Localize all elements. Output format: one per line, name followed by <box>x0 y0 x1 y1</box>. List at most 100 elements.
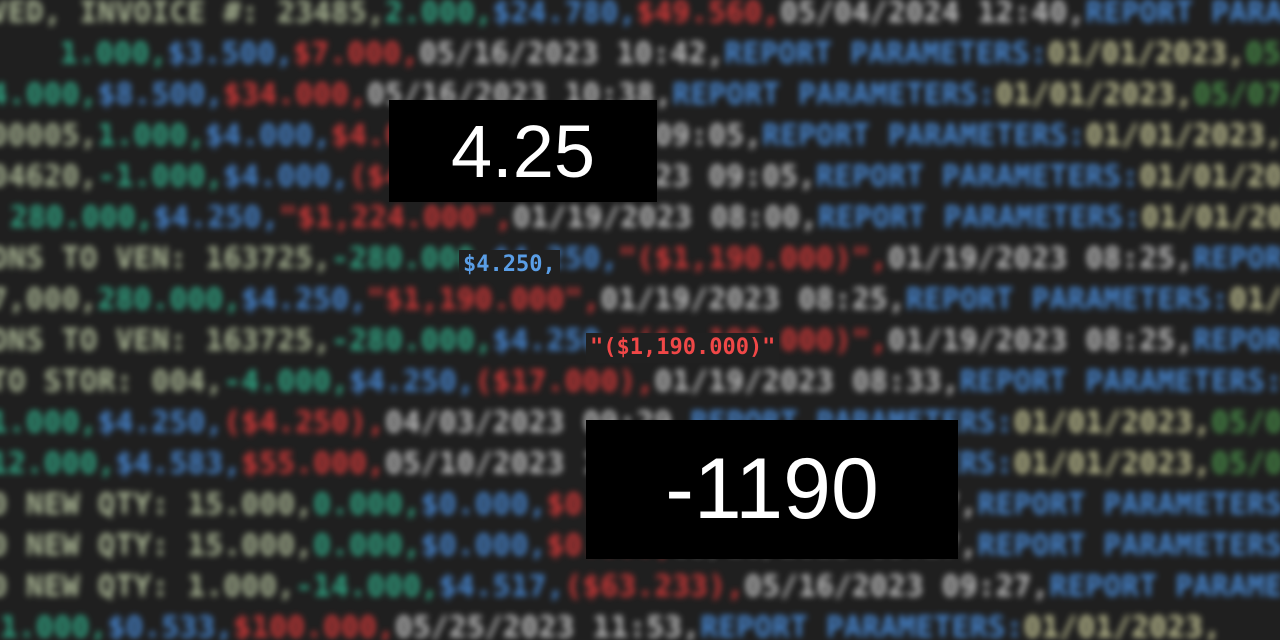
code-token: 0 NEW QTY: 15.000, <box>0 528 314 562</box>
code-token: 1.000, <box>0 610 108 640</box>
code-token: REPORT PARAMETERS: <box>724 36 1048 70</box>
code-token: 280.000, <box>97 282 242 316</box>
code-token: -280.000, <box>331 323 493 357</box>
code-token: 1.000, <box>97 118 206 152</box>
amount-callout: -1190 <box>586 420 958 559</box>
code-token: 12.000, <box>0 446 116 480</box>
code-token: 7,000, <box>0 282 98 316</box>
code-line: ONS TO VEN: 163725,-280.000,$4.250,"($1,… <box>0 238 1280 278</box>
code-token: $4.250, <box>153 200 280 234</box>
unit-price-callout-label: 4.25 <box>450 109 596 193</box>
code-token: $3.500, <box>167 36 294 70</box>
code-token: 01/01/2 <box>1229 282 1280 316</box>
code-token: 05/07/202 <box>1245 36 1280 70</box>
code-token: 04620, <box>0 159 98 193</box>
code-token: "$1,224.000", <box>279 200 513 234</box>
code-token: "($1,190.000)", <box>618 241 888 275</box>
code-token: REPORT PARAMETERS: <box>959 364 1280 398</box>
code-token: $4.000, <box>205 118 332 152</box>
code-screenshot: VED, INVOICE #: 23485,2.000,$24.780,$49.… <box>0 0 1280 640</box>
code-token: $24.780, <box>492 0 637 29</box>
code-line: 7,000,280.000,$4.250,"$1,190.000",01/19/… <box>0 279 1280 319</box>
code-token: $4.250, <box>349 364 475 398</box>
code-token: ($63.233), <box>564 569 745 603</box>
code-token: REPORT PARAMETERS: <box>816 159 1140 193</box>
code-token: REPORT PARAMETERS: <box>762 118 1086 152</box>
code-token: 01/19/2023 08:25, <box>888 241 1194 275</box>
code-token: 0 NEW QTY: 15.000, <box>0 487 314 521</box>
code-token: 01/01/2023, <box>1139 159 1280 193</box>
code-line: 1.000,$0.533,$100.000,05/25/2023 11:53,R… <box>0 607 1221 640</box>
code-token: 280.000, <box>10 200 154 234</box>
code-token: TO STOR: 004, <box>0 364 224 398</box>
extended-amount-value: "($1,190.000)" <box>590 335 776 360</box>
code-token: REPORT PARAMETERS: <box>818 200 1142 234</box>
code-token: $4.583, <box>115 446 242 480</box>
code-token: REPORT PAR <box>1193 241 1280 275</box>
code-token: 05/16/2023 09:27, <box>744 569 1050 603</box>
code-token: ONS TO VEN: 163725, <box>0 323 332 357</box>
code-token: 01/01/2023, <box>1085 118 1280 152</box>
code-token: $4.250, <box>97 405 224 439</box>
code-token: $8.500, <box>97 77 224 111</box>
code-token: 1.000, <box>60 36 168 70</box>
code-token: 01/01/2023, <box>995 77 1194 111</box>
code-token: 05/16/2023 10:42, <box>419 36 725 70</box>
code-token: "$1,190.000", <box>367 282 601 316</box>
code-token: REPORT PARAMETERS: <box>700 610 1024 640</box>
code-token: $49.560, <box>636 0 781 29</box>
code-token: ($17.000), <box>474 364 655 398</box>
code-token: REPORT PARAMETERS: <box>1085 0 1280 29</box>
code-token: 0 NEW QTY: 1.000, <box>0 569 296 603</box>
code-token: 01/19/2023 08:25, <box>888 323 1194 357</box>
code-token: -4.000, <box>223 364 350 398</box>
code-token: 05/07/202 <box>1211 405 1280 439</box>
code-line: VED, INVOICE #: 23485,2.000,$24.780,$49.… <box>0 0 1280 32</box>
code-token: -1.000, <box>97 159 224 193</box>
code-token: $4.517, <box>439 569 565 603</box>
code-token: 0.000, <box>313 487 422 521</box>
code-token: $55.000, <box>241 446 386 480</box>
code-token: $34.000, <box>223 77 368 111</box>
code-token: 05/25/2023 11:53, <box>395 610 701 640</box>
unit-price-callout: 4.25 <box>389 100 657 202</box>
code-token: 05/07/202 <box>1193 77 1280 111</box>
code-line: 1.000,$3.500,$7.000,05/16/2023 10:42,REP… <box>60 33 1280 73</box>
code-token: 01/01/2023, <box>1141 200 1280 234</box>
code-token: 05/07/2 <box>1211 446 1280 480</box>
code-token: REPORT PARAMETERS: <box>672 77 996 111</box>
code-token: $100.000, <box>233 610 396 640</box>
extended-amount-snippet: "($1,190.000)" <box>586 333 780 363</box>
code-token: 01/19/2023 08:00, <box>512 200 819 234</box>
code-token: 00005, <box>0 118 98 152</box>
code-line: 0 NEW QTY: 1.000,-14.000,$4.517,($63.233… <box>0 566 1280 606</box>
code-token: $0.533, <box>107 610 234 640</box>
code-token: REPORT PARAMETERS: <box>905 282 1230 316</box>
code-token: 4.000, <box>0 77 98 111</box>
code-token: REPORT PARAMETERS: <box>1049 569 1280 603</box>
code-token: -14.000, <box>295 569 439 603</box>
code-token: 01/01/2023, <box>1023 610 1222 640</box>
code-token: ONS TO VEN: 163725, <box>0 241 332 275</box>
code-token: $0.000, <box>421 528 547 562</box>
amount-callout-label: -1190 <box>665 441 879 537</box>
code-token: 1.000, <box>0 405 98 439</box>
code-token: ($4.250), <box>223 405 386 439</box>
code-token: $0.000, <box>421 487 547 521</box>
code-token: $4.000, <box>223 159 350 193</box>
code-token: 01/01/2023, <box>1013 405 1212 439</box>
code-token: REPORT PARAMETERS: <box>977 528 1280 562</box>
code-token: 01/01/2023, <box>1013 446 1212 480</box>
code-token: $7.000, <box>293 36 420 70</box>
code-line: 280.000,$4.250,"$1,224.000",01/19/2023 0… <box>10 197 1280 237</box>
code-token: $4.250, <box>241 282 368 316</box>
unit-price-value: $4.250, <box>463 252 556 277</box>
unit-price-snippet: $4.250, <box>459 250 560 280</box>
code-token: VED, INVOICE #: 23485, <box>0 0 386 29</box>
code-token: 2.000, <box>385 0 493 29</box>
code-token: 01/19/2023 08:33, <box>654 364 960 398</box>
code-token: REPORT PAR <box>1193 323 1280 357</box>
code-token: 05/04/2024 12:40, <box>780 0 1086 29</box>
code-token: 01/01/2023, <box>1047 36 1246 70</box>
code-line: TO STOR: 004,-4.000,$4.250,($17.000),01/… <box>0 361 1280 401</box>
